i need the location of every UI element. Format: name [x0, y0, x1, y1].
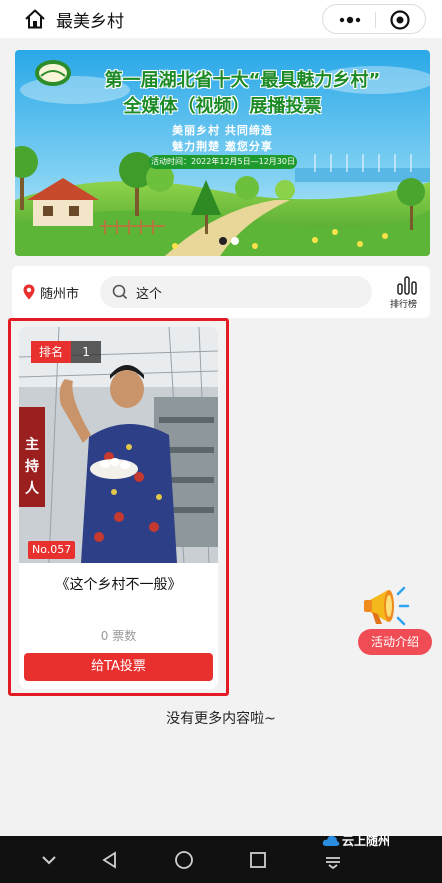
rank-label: 排名 — [31, 341, 72, 363]
location-pin-icon[interactable] — [23, 284, 35, 300]
home-circle-icon[interactable] — [174, 850, 194, 870]
cloud-logo-icon — [322, 835, 340, 846]
search-value: 这个 — [136, 287, 163, 302]
leaderboard-icon[interactable] — [396, 275, 418, 295]
banner-title-line2: 全媒体（视频）展播投票 — [123, 96, 322, 117]
carousel-dot-active[interactable] — [219, 237, 227, 245]
vote-count: 0 票数 — [100, 629, 137, 643]
megaphone-icon[interactable] — [358, 578, 410, 630]
vote-button[interactable]: 给TA投票 — [24, 653, 213, 681]
capsule-divider — [375, 12, 376, 28]
banner-activity-time: 活动时间：2022年12月5日—12月30日 — [149, 155, 297, 169]
banner-title-line1: 第一届湖北省十大“最具魅力乡村” — [104, 70, 381, 91]
rank-badge: 排名 1 — [31, 341, 102, 363]
rank-number: 1 — [71, 341, 102, 363]
city-selector[interactable]: 随州市 — [40, 283, 79, 302]
top-bar: 最美乡村 — [0, 0, 442, 38]
filter-bar: 随州市 这个 排行榜 — [12, 266, 430, 318]
entry-title[interactable]: 《这个乡村不一般》 — [19, 574, 218, 594]
recents-square-icon[interactable] — [248, 850, 268, 870]
target-close-icon[interactable] — [389, 9, 411, 31]
event-banner[interactable]: 第一届湖北省十大“最具魅力乡村” 全媒体（视频）展播投票 美丽乡村 共同缔造 魅… — [15, 50, 430, 256]
more-dots-icon[interactable] — [335, 7, 365, 31]
menu-lines-icon[interactable] — [323, 850, 343, 870]
home-icon[interactable] — [24, 8, 46, 30]
search-input[interactable]: 这个 — [100, 276, 372, 308]
carousel-dot[interactable] — [231, 237, 239, 245]
mini-program-capsule — [322, 4, 426, 34]
banner-slogan-line1: 美丽乡村 共同缔造 — [172, 124, 273, 137]
chevron-down-icon[interactable] — [39, 850, 59, 870]
banner-slogan-line2: 魅力荆楚 邀您分享 — [172, 140, 273, 153]
watermark-text: 云上随州 — [342, 834, 391, 848]
leaderboard-label[interactable]: 排行榜 — [390, 297, 417, 310]
search-icon — [112, 284, 128, 300]
list-end-message: 没有更多内容啦~ — [166, 711, 276, 727]
photo-caption-host: 主持人 — [25, 437, 39, 497]
activity-intro-button[interactable]: 活动介绍 — [358, 629, 432, 655]
page-title: 最美乡村 — [56, 12, 124, 32]
entry-number-badge: No.057 — [28, 541, 76, 559]
entry-card[interactable]: 主持人 排名 1 No.057 《这个乡村不一般》 0 票数 给TA投票 — [19, 327, 218, 689]
back-triangle-icon[interactable] — [100, 850, 120, 870]
